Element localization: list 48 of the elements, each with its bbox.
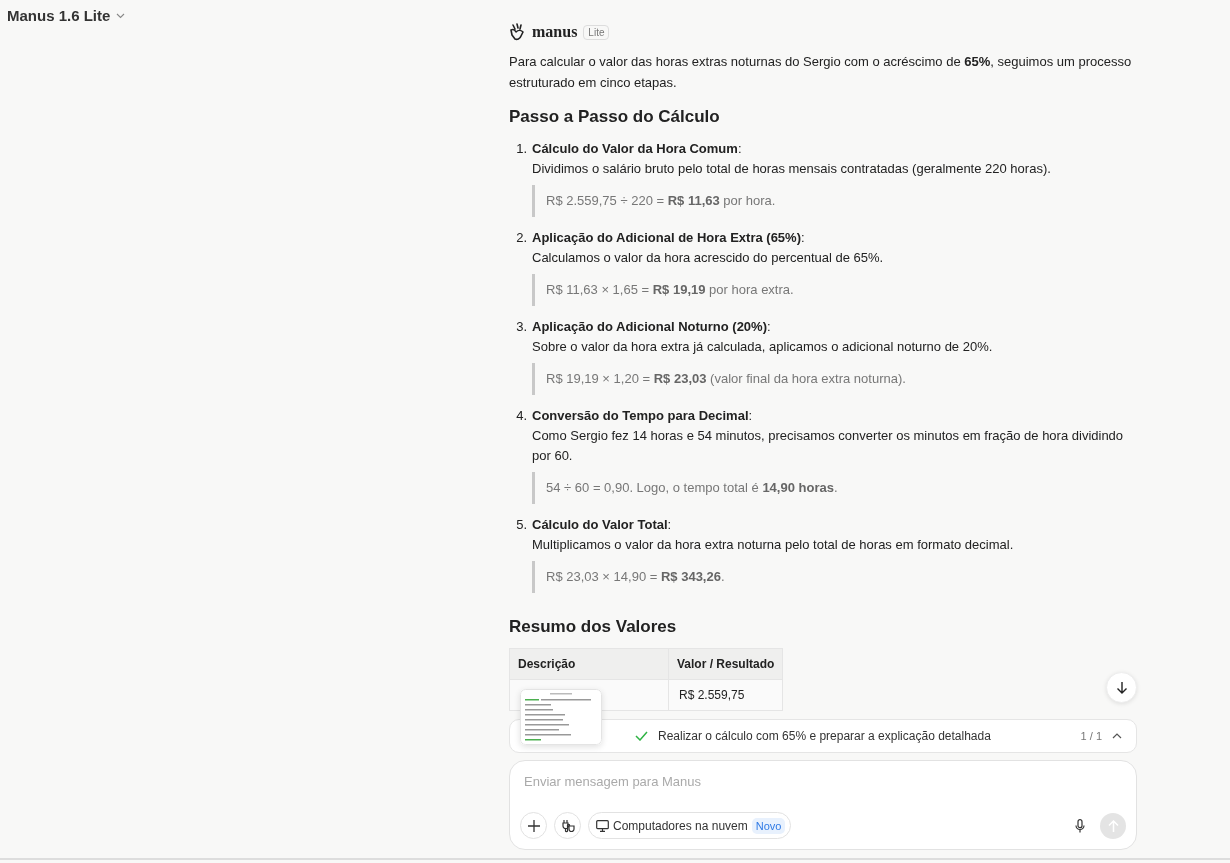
step-title: Conversão do Tempo para Decimal: — [532, 407, 754, 425]
formula-quote: R$ 11,63 × 1,65 = R$ 19,19 por hora extra. — [532, 274, 1137, 306]
formula-quote: R$ 23,03 × 14,90 = R$ 343,26. — [532, 561, 1137, 593]
step-number: 3. — [515, 318, 528, 336]
step-text: Como Sergio fez 14 horas e 54 minutos, precisamos converter os minutos em fração de hora dividindo por 60. — [532, 427, 1125, 465]
intro-paragraph: Para calcular o valor das horas extras noturnas do Sergio com o acréscimo de 65%, seguimos um processo estruturado em cinco etapas. — [509, 53, 1133, 92]
step-text: Dividimos o salário bruto pelo total de horas mensais contratadas (geralmente 220 horas). — [532, 160, 1052, 178]
step-text: Sobre o valor da hora extra já calculada, aplicamos o adicional noturno de 20%. — [532, 338, 994, 356]
microphone-icon — [1075, 818, 1085, 833]
add-button[interactable] — [520, 812, 547, 839]
chip-label: Computadores na nuvem — [613, 818, 748, 833]
model-selector[interactable]: Manus 1.6 Lite — [7, 7, 126, 24]
collapse-button[interactable] — [1112, 733, 1122, 739]
step-number: 1. — [515, 140, 528, 158]
step-number: 2. — [515, 229, 528, 247]
plug-icon — [560, 818, 575, 833]
step-title: Cálculo do Valor Total: — [532, 516, 673, 534]
step-title: Cálculo do Valor da Hora Comum: — [532, 140, 743, 158]
brand-name: manus — [532, 23, 578, 41]
formula-quote: 54 ÷ 60 = 0,90. Logo, o tempo total é 14,90 horas. — [532, 472, 1137, 504]
step-title: Aplicação do Adicional de Hora Extra (65%): — [532, 229, 806, 247]
column-header: Descrição — [509, 648, 669, 680]
step-number: 5. — [515, 516, 528, 534]
new-badge: Novo — [751, 817, 786, 834]
arrow-down-icon — [1115, 681, 1128, 694]
formula-quote: R$ 19,19 × 1,20 = R$ 23,03 (valor final da hora extra noturna). — [532, 363, 1137, 395]
chevron-up-icon — [1112, 733, 1122, 739]
connectors-button[interactable] — [554, 812, 581, 839]
chevron-icon — [116, 12, 126, 19]
step-number: 4. — [515, 407, 528, 425]
section-heading: Resumo dos Valores — [509, 617, 678, 637]
table-cell: R$ 2.559,75 — [668, 679, 783, 711]
monitor-icon — [596, 819, 609, 832]
step-title: Aplicação do Adicional Noturno (20%): — [532, 318, 772, 336]
arrow-up-icon — [1107, 819, 1119, 832]
plus-icon — [527, 819, 540, 832]
scroll-down-button[interactable] — [1106, 672, 1137, 703]
formula-quote: R$ 2.559,75 ÷ 220 = R$ 11,63 por hora. — [532, 185, 1137, 217]
message-input[interactable]: Enviar mensagem para Manus — [520, 774, 1126, 789]
cloud-computers-button[interactable]: Computadores na nuvem Novo — [588, 812, 792, 839]
step-text: Multiplicamos o valor da hora extra noturna pelo total de horas em formato decimal. — [532, 536, 1015, 554]
task-counter: 1 / 1 — [1080, 730, 1102, 742]
column-header: Valor / Resultado — [668, 648, 783, 680]
step-text: Calculamos o valor da hora acrescido do percentual de 65%. — [532, 249, 885, 267]
hand-logo-icon — [509, 23, 526, 41]
task-text: Realizar o cálculo com 65% e preparar a explicação detalhada — [658, 729, 992, 743]
plan-badge: Lite — [583, 24, 610, 40]
section-heading: Passo a Passo do Cálculo — [509, 107, 721, 127]
